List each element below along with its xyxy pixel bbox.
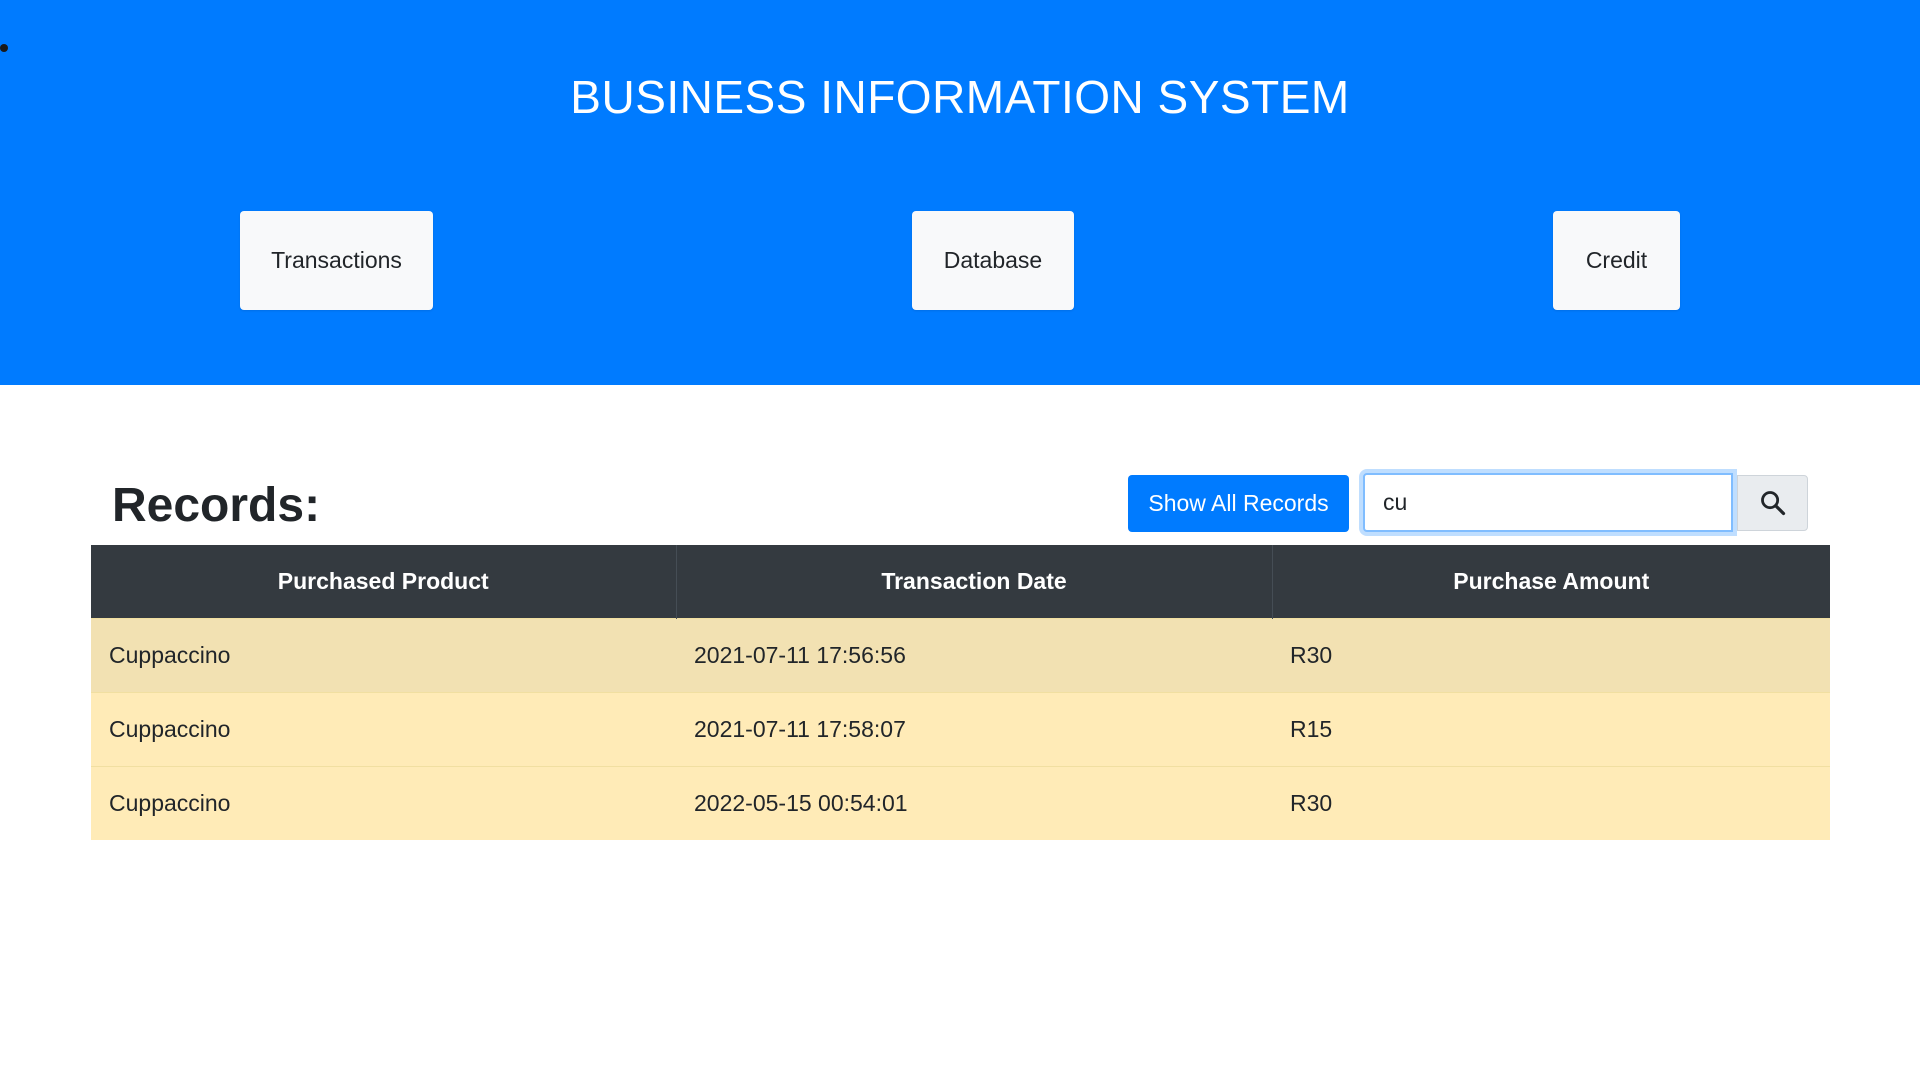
cell-amount: R30 (1272, 766, 1830, 840)
credit-button[interactable]: Credit (1553, 211, 1680, 310)
search-input[interactable] (1363, 473, 1733, 532)
column-header-amount[interactable]: Purchase Amount (1272, 545, 1830, 619)
records-table: Purchased Product Transaction Date Purch… (91, 545, 1830, 840)
show-all-records-button[interactable]: Show All Records (1128, 475, 1349, 532)
column-header-product[interactable]: Purchased Product (91, 545, 677, 619)
header-banner: BUSINESS INFORMATION SYSTEM Transactions… (0, 0, 1920, 385)
table-row[interactable]: Cuppaccino 2022-05-15 00:54:01 R30 (91, 766, 1830, 840)
database-button[interactable]: Database (912, 211, 1074, 310)
bullet-dot (0, 44, 8, 52)
cell-date: 2022-05-15 00:54:01 (676, 766, 1272, 840)
cell-amount: R30 (1272, 618, 1830, 693)
table-header-row: Purchased Product Transaction Date Purch… (91, 545, 1830, 619)
cell-product: Cuppaccino (91, 692, 676, 767)
cell-date: 2021-07-11 17:56:56 (676, 618, 1272, 693)
transactions-button[interactable]: Transactions (240, 211, 433, 310)
records-heading: Records: (112, 479, 321, 532)
table-row[interactable]: Cuppaccino 2021-07-11 17:58:07 R15 (91, 692, 1830, 767)
page-title: BUSINESS INFORMATION SYSTEM (570, 71, 1350, 123)
search-button[interactable] (1737, 475, 1808, 531)
column-header-date[interactable]: Transaction Date (676, 545, 1273, 619)
cell-product: Cuppaccino (91, 766, 676, 840)
table-row[interactable]: Cuppaccino 2021-07-11 17:56:56 R30 (91, 618, 1830, 693)
search-icon (1760, 491, 1785, 516)
cell-date: 2021-07-11 17:58:07 (676, 692, 1272, 767)
cell-product: Cuppaccino (91, 618, 676, 693)
cell-amount: R15 (1272, 692, 1830, 767)
